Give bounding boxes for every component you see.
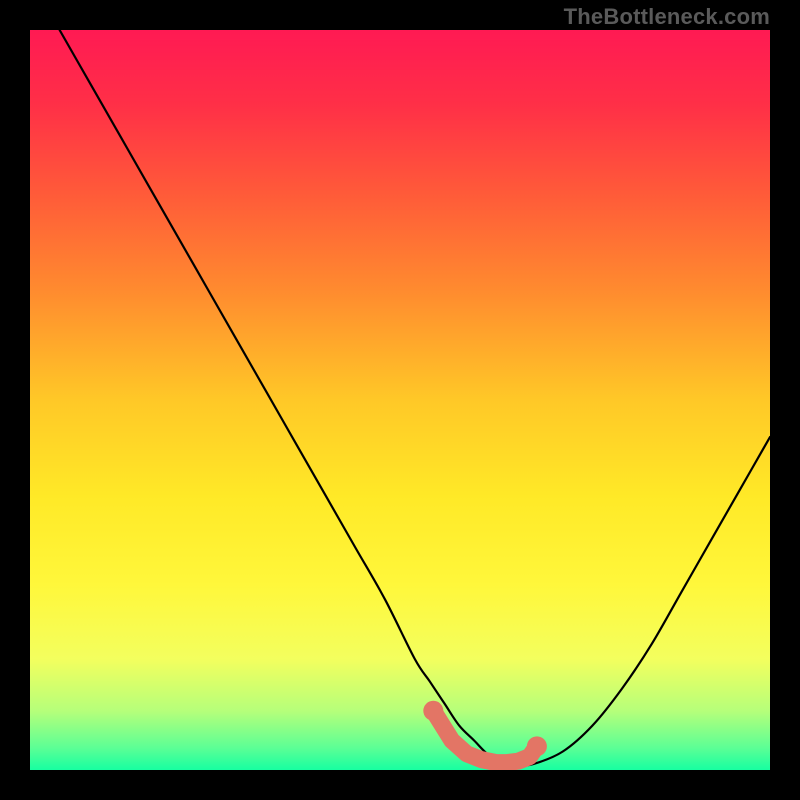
chart-plot-area — [30, 30, 770, 770]
highlight-dot — [527, 736, 547, 756]
watermark-text: TheBottleneck.com — [564, 4, 770, 30]
highlight-markers — [423, 701, 547, 763]
chart-overlay — [30, 30, 770, 770]
bottleneck-curve — [60, 30, 770, 765]
highlight-stroke — [433, 711, 537, 763]
highlight-dot — [423, 701, 443, 721]
